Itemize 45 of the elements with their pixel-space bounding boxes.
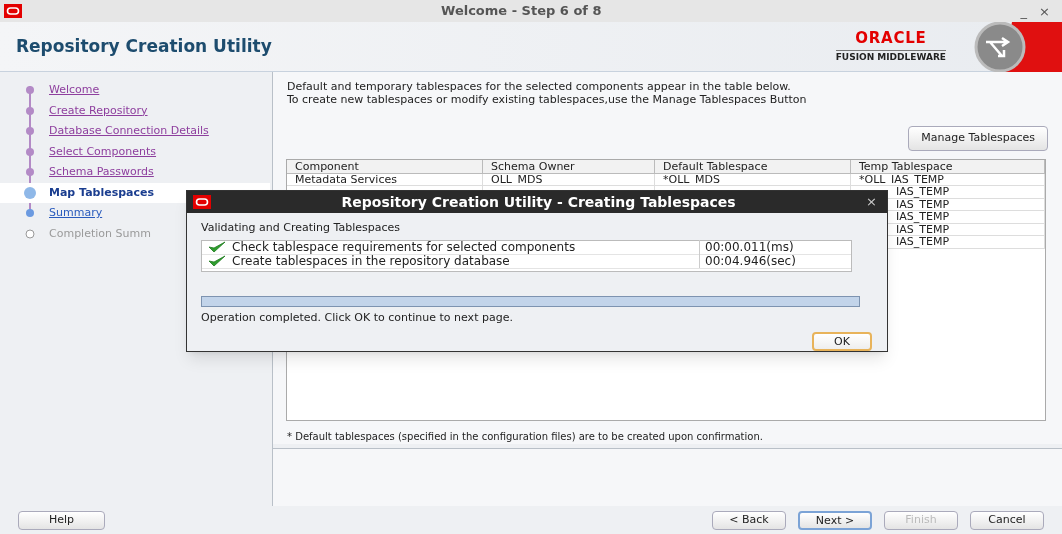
footnote: * Default tablespaces (specified in the configuration files) are to be created upon confirmation. xyxy=(286,429,764,444)
intro-text: Default and temporary tablespaces for the selected components appear in the table below. To create new tablespaces or modify existing tablespaces,use the Manage Tablespaces Button xyxy=(286,80,808,106)
step-link[interactable]: Create Repository xyxy=(49,102,148,119)
task-label: Check tablespace requirements for selected components xyxy=(232,240,700,254)
wizard-button[interactable]: Next > xyxy=(798,510,872,530)
manage-tablespaces-button[interactable]: Manage Tablespaces xyxy=(908,126,1048,151)
step-link[interactable]: Welcome xyxy=(49,82,100,99)
close-button[interactable]: × xyxy=(1039,4,1050,18)
table-cell: Metadata Services xyxy=(295,173,397,186)
product-name: FUSION MIDDLEWARE xyxy=(835,50,946,62)
wizard-button[interactable]: Cancel xyxy=(970,510,1044,530)
table-cell: IAS_TEMP xyxy=(896,198,950,211)
step-link[interactable]: Summary xyxy=(49,205,103,222)
window-title: Welcome - Step 6 of 8 xyxy=(440,2,603,21)
status-message: Operation completed. Click OK to continue to next page. xyxy=(201,309,514,326)
dialog-title: Repository Creation Utility - Creating Tablespaces xyxy=(340,192,737,212)
step-link[interactable]: Select Components xyxy=(49,143,157,160)
table-cell: IAS_TEMP xyxy=(896,223,950,236)
brand-logo: ORACLE xyxy=(855,31,927,46)
column-header[interactable]: Component xyxy=(287,159,483,174)
step-link[interactable]: Schema Passwords xyxy=(49,164,154,181)
task-label: Create tablespaces in the repository database xyxy=(232,254,700,268)
app-title: Repository Creation Utility xyxy=(15,34,273,58)
table-cell: IAS_TEMP xyxy=(896,186,950,198)
ok-button[interactable]: OK xyxy=(812,332,872,351)
step-marker-icon xyxy=(23,226,37,241)
step-link[interactable]: Database Connection Details xyxy=(49,123,209,140)
table-cell: IAS_TEMP xyxy=(896,236,950,248)
table-cell: OLL_MDS xyxy=(491,173,543,186)
dialog-icon xyxy=(193,195,211,209)
task-time: 00:04.946(sec) xyxy=(704,253,796,270)
column-header[interactable]: Schema Owner xyxy=(483,159,655,174)
app-icon xyxy=(4,4,22,18)
close-button[interactable]: × xyxy=(866,192,881,212)
table-cell: *OLL_IAS_TEMP xyxy=(859,173,944,186)
minimize-button[interactable]: _ xyxy=(1020,4,1028,18)
wizard-button[interactable]: < Back xyxy=(712,510,786,530)
column-header[interactable]: Default Tablespace xyxy=(655,159,851,174)
dialog-heading: Validating and Creating Tablespaces xyxy=(201,220,401,236)
step-marker-icon xyxy=(23,185,37,200)
table-cell: *OLL_MDS xyxy=(663,173,720,186)
help-button[interactable]: Help xyxy=(18,510,105,530)
table-cell: IAS_TEMP xyxy=(896,211,950,223)
column-header[interactable]: Temp Tablespace xyxy=(851,159,1045,174)
task-time: 00:00.011(ms) xyxy=(704,239,794,255)
